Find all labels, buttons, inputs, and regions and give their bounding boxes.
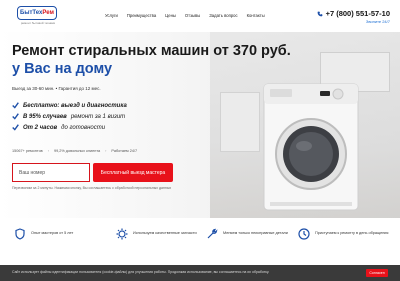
cookie-text: Сайт использует файлы идентификации поль… xyxy=(12,270,270,274)
check-icon xyxy=(12,124,19,131)
header-phone[interactable]: +7 (800) 551-57-10 xyxy=(317,9,390,18)
benefit-rest-text: до готовности xyxy=(61,124,106,131)
clock-icon xyxy=(298,228,310,240)
stat-separator: › xyxy=(105,149,107,153)
nav-link-prices[interactable]: Цены xyxy=(165,13,176,18)
feature-text: Используем качественные запчасти xyxy=(133,231,197,236)
hero-meta: Выезд за 30-60 мин. • Гарантия до 12 мес… xyxy=(12,86,101,91)
benefit-bold-text: От 2 часов xyxy=(23,124,58,131)
hero-section: Ремонт стиральных машин от 370 руб. у Ва… xyxy=(0,32,400,218)
features-strip: Опыт мастеров от 5 лет Используем качест… xyxy=(0,218,400,262)
phone-icon xyxy=(317,11,322,16)
logo-accent-text: Рем xyxy=(42,10,54,16)
feature-item: Приступаем к ремонту в день обращения xyxy=(298,228,388,240)
feature-item: Используем качественные запчасти xyxy=(116,228,197,240)
feature-text: Меняем только неисправные детали xyxy=(223,231,288,236)
stat-satisfied: 99,2% довольных клиента xyxy=(53,149,101,153)
benefit-rest-text: ремонт за 1 визит xyxy=(70,113,126,120)
feature-text: Опыт мастеров от 5 лет xyxy=(31,231,74,236)
stat-repairs: 15067+ ремонтов xyxy=(12,149,43,153)
benefit-item: От 2 часов до готовности xyxy=(12,124,127,131)
background-shelf xyxy=(220,92,260,152)
check-icon xyxy=(12,113,19,120)
benefit-item: Бесплатно: выезд и диагностика xyxy=(12,102,127,109)
main-nav: Услуги Преимущества Цены Отзывы Задать в… xyxy=(105,13,265,18)
hero-subtitle: у Вас на дому xyxy=(12,61,113,77)
logo-tagline: ремонт бытовой техники xyxy=(20,21,56,25)
stat-separator: › xyxy=(47,149,49,153)
stat-hours: Работаем 24/7 xyxy=(111,149,138,153)
phone-input[interactable] xyxy=(12,163,90,182)
gear-icon xyxy=(116,228,128,240)
cookie-accept-button[interactable]: Согласен xyxy=(366,269,388,277)
header-contact: +7 (800) 551-57-10 Звоните 24/7 xyxy=(317,9,390,24)
cookie-banner: Сайт использует файлы идентификации поль… xyxy=(0,265,400,281)
nav-link-reviews[interactable]: Отзывы xyxy=(185,13,200,18)
feature-item: Опыт мастеров от 5 лет xyxy=(14,228,73,240)
benefit-item: В 95% случаев ремонт за 1 визит xyxy=(12,113,127,120)
check-icon xyxy=(12,102,19,109)
phone-number: +7 (800) 551-57-10 xyxy=(325,9,390,18)
consent-note: Перезвоним за 2 минуты. Нажимая кнопку, … xyxy=(12,186,172,190)
nav-link-contacts[interactable]: Контакты xyxy=(247,13,265,18)
nav-link-services[interactable]: Услуги xyxy=(105,13,118,18)
feature-item: Меняем только неисправные детали xyxy=(206,228,288,240)
shield-icon xyxy=(15,228,25,240)
stats-row: 15067+ ремонтов › 99,2% довольных клиент… xyxy=(12,149,137,153)
wrench-icon xyxy=(207,228,218,239)
site-logo[interactable]: БытТех Рем xyxy=(17,6,57,20)
nav-link-ask-question[interactable]: Задать вопрос xyxy=(209,13,237,18)
benefit-bold-text: Бесплатно: выезд и диагностика xyxy=(23,102,127,109)
logo-main-text: БытТех xyxy=(20,10,43,16)
nav-link-advantages[interactable]: Преимущества xyxy=(127,13,156,18)
free-visit-button[interactable]: Бесплатный выезд мастера xyxy=(93,163,173,182)
site-header: БытТех Рем ремонт бытовой техники Услуги … xyxy=(0,0,400,32)
washing-machine-image xyxy=(263,83,359,211)
call-hours: Звоните 24/7 xyxy=(365,19,390,24)
hero-title: Ремонт стиральных машин от 370 руб. xyxy=(12,43,291,59)
benefit-bold-text: В 95% случаев xyxy=(23,113,67,120)
feature-text: Приступаем к ремонту в день обращения xyxy=(315,231,389,236)
benefits-list: Бесплатно: выезд и диагностика В 95% слу… xyxy=(12,102,127,135)
